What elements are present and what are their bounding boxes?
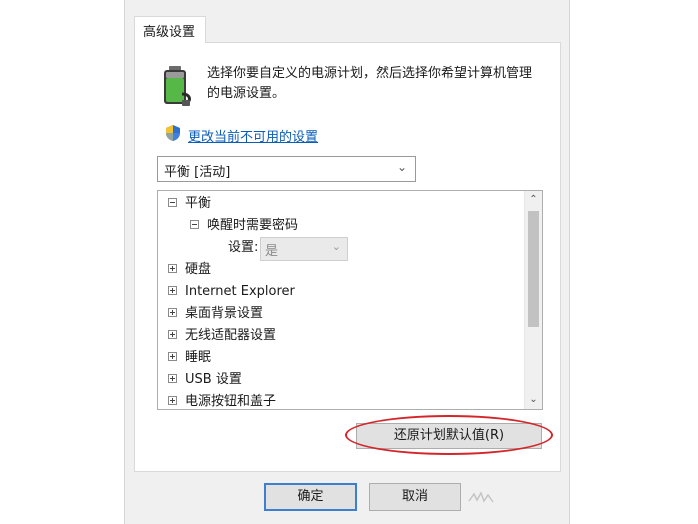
description-line-2: 的电源设置。 xyxy=(207,86,286,101)
tree-item-label: Internet Explorer xyxy=(185,284,295,299)
tree-item-sleep[interactable]: 睡眠 xyxy=(168,347,211,369)
tree-item-label: 唤醒时需要密码 xyxy=(207,218,299,233)
chevron-down-icon: ⌄ xyxy=(396,160,407,174)
tree-item-label: USB 设置 xyxy=(185,372,242,387)
scroll-up-arrow-icon[interactable]: ⌃ xyxy=(525,191,542,209)
setting-value: 是 xyxy=(265,244,279,259)
expand-icon[interactable] xyxy=(168,286,177,295)
battery-power-icon xyxy=(164,66,191,106)
tree-item-balanced[interactable]: 平衡 xyxy=(168,193,211,215)
tab-advanced-settings[interactable]: 高级设置 xyxy=(134,16,206,43)
setting-label: 设置: xyxy=(228,240,259,255)
description-line-1: 选择你要自定义的电源计划，然后选择你希望计算机管理 xyxy=(207,66,533,81)
scroll-thumb[interactable] xyxy=(528,211,539,327)
expand-icon[interactable] xyxy=(168,352,177,361)
tree-item-usb-settings[interactable]: USB 设置 xyxy=(168,369,242,391)
change-unavailable-settings-link[interactable]: 更改当前不可用的设置 xyxy=(188,126,318,145)
tree-item-wake-password[interactable]: 唤醒时需要密码 xyxy=(190,215,298,237)
restore-plan-defaults-button[interactable]: 还原计划默认值(R) xyxy=(356,423,542,449)
power-plan-value: 平衡 [活动] xyxy=(164,165,231,180)
tree-item-power-buttons-lid[interactable]: 电源按钮和盖子 xyxy=(168,391,277,409)
ok-button[interactable]: 确定 xyxy=(264,483,357,511)
left-background xyxy=(0,0,124,524)
chevron-down-icon: ⌄ xyxy=(331,240,341,253)
tree-scrollbar[interactable]: ⌃ ⌄ xyxy=(524,191,542,409)
scroll-down-arrow-icon[interactable]: ⌄ xyxy=(525,391,542,409)
collapse-icon[interactable] xyxy=(168,198,177,207)
tree-item-label: 桌面背景设置 xyxy=(185,306,264,321)
collapse-icon[interactable] xyxy=(190,220,199,229)
tree-item-label: 平衡 xyxy=(185,196,212,211)
settings-tree: 平衡 唤醒时需要密码 设置: 是 ⌄ 硬盘 Internet Explorer … xyxy=(157,190,543,410)
tree-item-label: 硬盘 xyxy=(185,262,212,277)
tree-item-hard-disk[interactable]: 硬盘 xyxy=(168,259,211,281)
right-background xyxy=(570,0,698,524)
cancel-button[interactable]: 取消 xyxy=(369,483,461,511)
power-plan-select[interactable]: 平衡 [活动] ⌄ xyxy=(157,156,416,182)
watermark-logo-icon xyxy=(468,491,494,503)
tree-item-wireless-adapter[interactable]: 无线适配器设置 xyxy=(168,325,276,347)
tree-item-label: 无线适配器设置 xyxy=(185,328,277,343)
tree-item-label: 电源按钮和盖子 xyxy=(185,394,277,409)
expand-icon[interactable] xyxy=(168,264,177,273)
description-text: 选择你要自定义的电源计划，然后选择你希望计算机管理 的电源设置。 xyxy=(207,64,547,104)
expand-icon[interactable] xyxy=(168,330,177,339)
tree-item-label: 睡眠 xyxy=(185,350,212,365)
tree-item-internet-explorer[interactable]: Internet Explorer xyxy=(168,281,295,303)
expand-icon[interactable] xyxy=(168,374,177,383)
expand-icon[interactable] xyxy=(168,396,177,405)
uac-shield-icon xyxy=(166,125,180,141)
tree-item-desktop-background[interactable]: 桌面背景设置 xyxy=(168,303,263,325)
setting-value-select[interactable]: 是 ⌄ xyxy=(260,237,348,261)
expand-icon[interactable] xyxy=(168,308,177,317)
